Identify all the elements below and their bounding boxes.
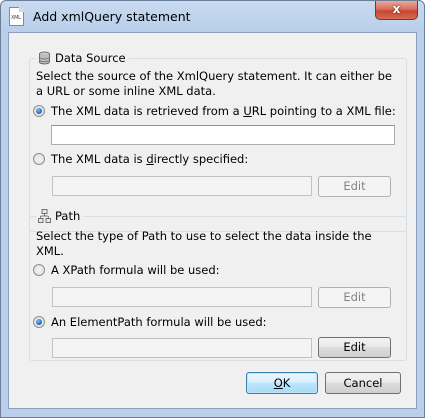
window-title: Add xmlQuery statement — [33, 9, 191, 24]
data-source-description: Select the source of the XmlQuery statem… — [36, 69, 392, 98]
elementpath-edit-button[interactable]: Edit — [318, 337, 391, 358]
path-header: Path — [36, 207, 84, 225]
elementpath-radio[interactable] — [33, 316, 45, 328]
ok-button[interactable]: OK — [246, 372, 318, 394]
path-description: Select the type of Path to use to select… — [36, 229, 372, 258]
xml-file-icon-text: XML — [11, 15, 21, 21]
dialog-client-area: Data Source Select the source of the Xml… — [8, 32, 417, 409]
xpath-option[interactable]: A XPath formula will be used: — [33, 262, 220, 278]
url-radio[interactable] — [33, 105, 45, 117]
dialog-window: XML Add xmlQuery statement x Data Source… — [0, 0, 425, 418]
close-button[interactable]: x — [375, 1, 418, 20]
xpath-radio[interactable] — [33, 264, 45, 276]
elementpath-input — [52, 338, 312, 358]
url-input[interactable] — [51, 125, 395, 145]
data-source-title: Data Source — [55, 51, 126, 65]
xpath-input — [52, 287, 312, 307]
url-option-label: The XML data is retrieved from a URL poi… — [51, 104, 396, 118]
direct-edit-button: Edit — [318, 176, 391, 197]
direct-option-label: The XML data is directly specified: — [51, 152, 249, 166]
title-bar[interactable]: XML Add xmlQuery statement x — [1, 1, 424, 32]
data-source-header: Data Source — [36, 49, 129, 67]
xpath-option-label: A XPath formula will be used: — [51, 263, 220, 277]
direct-radio[interactable] — [33, 153, 45, 165]
direct-option[interactable]: The XML data is directly specified: — [33, 151, 248, 167]
xml-file-icon: XML — [9, 7, 24, 26]
direct-input — [52, 176, 312, 196]
elementpath-option-label: An ElementPath formula will be used: — [51, 315, 267, 329]
xpath-edit-button: Edit — [318, 287, 391, 308]
url-option[interactable]: The XML data is retrieved from a URL poi… — [33, 103, 396, 119]
close-icon: x — [392, 2, 401, 16]
database-icon — [39, 51, 50, 65]
cancel-button[interactable]: Cancel — [325, 372, 401, 394]
elementpath-option[interactable]: An ElementPath formula will be used: — [33, 314, 267, 330]
path-tree-icon — [38, 209, 51, 223]
path-title: Path — [55, 209, 81, 223]
